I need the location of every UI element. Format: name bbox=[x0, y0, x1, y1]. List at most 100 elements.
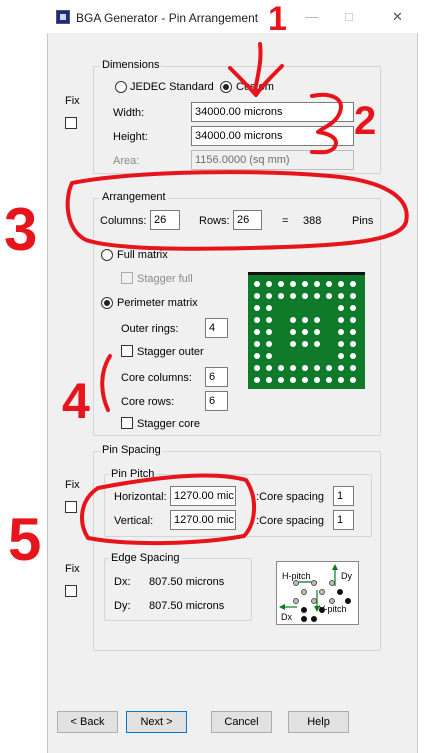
preview-pin bbox=[254, 281, 260, 287]
width-input[interactable]: 34000.00 microns bbox=[191, 102, 354, 122]
core-rows-label: Core rows: bbox=[121, 396, 175, 408]
fix-label-edge: Fix bbox=[65, 563, 80, 575]
rows-label: Rows: bbox=[199, 215, 230, 227]
horizontal-pitch-input[interactable]: 1270.00 mic bbox=[170, 486, 236, 506]
preview-pin bbox=[254, 341, 260, 347]
preview-pin bbox=[302, 341, 308, 347]
fix-pitch-checkbox[interactable] bbox=[65, 501, 77, 513]
preview-pin bbox=[338, 305, 344, 311]
diagram-arrows bbox=[279, 564, 338, 612]
pin-arrangement-preview bbox=[248, 272, 365, 389]
preview-pin bbox=[350, 317, 356, 323]
core-columns-label: Core columns: bbox=[121, 372, 192, 384]
outer-rings-label: Outer rings: bbox=[121, 323, 179, 335]
preview-pin bbox=[302, 365, 308, 371]
preview-pin bbox=[338, 293, 344, 299]
preview-pin bbox=[314, 365, 320, 371]
fix-label-dimensions: Fix bbox=[65, 95, 80, 107]
preview-pin bbox=[338, 317, 344, 323]
preview-pin bbox=[278, 293, 284, 299]
preview-pin bbox=[290, 293, 296, 299]
preview-pin bbox=[254, 317, 260, 323]
preview-pin bbox=[326, 281, 332, 287]
preview-pin bbox=[266, 305, 272, 311]
area-field: 1156.0000 (sq mm) bbox=[191, 150, 354, 170]
perimeter-matrix-label: Perimeter matrix bbox=[117, 297, 198, 309]
preview-pin bbox=[254, 305, 260, 311]
fix-label-pitch: Fix bbox=[65, 479, 80, 491]
full-matrix-radio[interactable] bbox=[101, 249, 113, 261]
preview-pin bbox=[290, 281, 296, 287]
preview-pin bbox=[290, 377, 296, 383]
vertical-pitch-input[interactable]: 1270.00 mic bbox=[170, 510, 236, 530]
preview-pin bbox=[254, 365, 260, 371]
diagram-pin bbox=[311, 616, 317, 622]
fix-edge-checkbox[interactable] bbox=[65, 585, 77, 597]
fix-dimensions-checkbox[interactable] bbox=[65, 117, 77, 129]
minimize-icon[interactable]: — bbox=[305, 9, 318, 24]
next-button[interactable]: Next > bbox=[126, 711, 187, 733]
close-icon[interactable]: ✕ bbox=[392, 9, 403, 25]
preview-pin bbox=[326, 365, 332, 371]
rows-input[interactable]: 26 bbox=[233, 210, 262, 230]
width-label: Width: bbox=[113, 107, 145, 119]
preview-pin bbox=[350, 365, 356, 371]
maximize-icon[interactable]: □ bbox=[345, 9, 353, 24]
edge-spacing-group-label: Edge Spacing bbox=[109, 552, 182, 564]
stagger-core-checkbox[interactable] bbox=[121, 417, 133, 429]
preview-pin bbox=[314, 377, 320, 383]
preview-pin bbox=[266, 317, 272, 323]
core-spacing-input-2[interactable]: 1 bbox=[333, 510, 354, 530]
preview-pin bbox=[350, 305, 356, 311]
full-matrix-label: Full matrix bbox=[117, 249, 168, 261]
diagram-pin bbox=[329, 580, 335, 586]
diagram-pin bbox=[345, 598, 351, 604]
preview-pin bbox=[350, 281, 356, 287]
diagram-pin bbox=[301, 616, 307, 622]
preview-pin bbox=[338, 329, 344, 335]
preview-pin bbox=[314, 293, 320, 299]
cancel-button[interactable]: Cancel bbox=[211, 711, 272, 733]
preview-pin bbox=[290, 329, 296, 335]
height-input[interactable]: 34000.00 microns bbox=[191, 126, 354, 146]
outer-rings-input[interactable]: 4 bbox=[205, 318, 228, 338]
core-spacing-label-2: Core spacing: bbox=[256, 515, 324, 527]
jedec-standard-radio[interactable] bbox=[115, 81, 127, 93]
preview-pin bbox=[350, 293, 356, 299]
core-spacing-label-1: Core spacing: bbox=[256, 491, 324, 503]
preview-pin bbox=[254, 353, 260, 359]
preview-pin bbox=[302, 317, 308, 323]
preview-pin bbox=[302, 329, 308, 335]
arrangement-group-label: Arrangement bbox=[100, 191, 168, 203]
dimensions-group-label: Dimensions bbox=[100, 59, 162, 71]
preview-pin bbox=[302, 377, 308, 383]
pitch-diagram: H-pitch Dy V-pitch Dx bbox=[276, 561, 359, 625]
custom-label: Custom bbox=[236, 81, 274, 93]
preview-pin bbox=[338, 281, 344, 287]
preview-pin bbox=[338, 365, 344, 371]
preview-pin bbox=[314, 281, 320, 287]
stagger-full-checkbox[interactable] bbox=[121, 272, 133, 284]
columns-input[interactable]: 26 bbox=[150, 210, 180, 230]
preview-pin bbox=[278, 377, 284, 383]
perimeter-matrix-radio[interactable] bbox=[101, 297, 113, 309]
pin-count: 388 bbox=[303, 215, 322, 227]
dx-value: 807.50 microns bbox=[149, 576, 225, 588]
app-icon bbox=[56, 10, 70, 24]
preview-pin bbox=[338, 353, 344, 359]
core-columns-input[interactable]: 6 bbox=[205, 367, 228, 387]
custom-radio[interactable] bbox=[220, 81, 232, 93]
dx-label: Dx: bbox=[114, 576, 131, 588]
help-button[interactable]: Help bbox=[288, 711, 349, 733]
window-title: BGA Generator - Pin Arrangement bbox=[76, 11, 259, 25]
stagger-outer-checkbox[interactable] bbox=[121, 345, 133, 357]
core-rows-input[interactable]: 6 bbox=[205, 391, 228, 411]
preview-pin bbox=[350, 353, 356, 359]
preview-pin bbox=[266, 377, 272, 383]
core-spacing-input-1[interactable]: 1 bbox=[333, 486, 354, 506]
preview-pin bbox=[290, 317, 296, 323]
area-label: Area: bbox=[113, 155, 140, 167]
preview-pin bbox=[290, 365, 296, 371]
back-button[interactable]: < Back bbox=[57, 711, 118, 733]
diagram-pin bbox=[293, 598, 299, 604]
